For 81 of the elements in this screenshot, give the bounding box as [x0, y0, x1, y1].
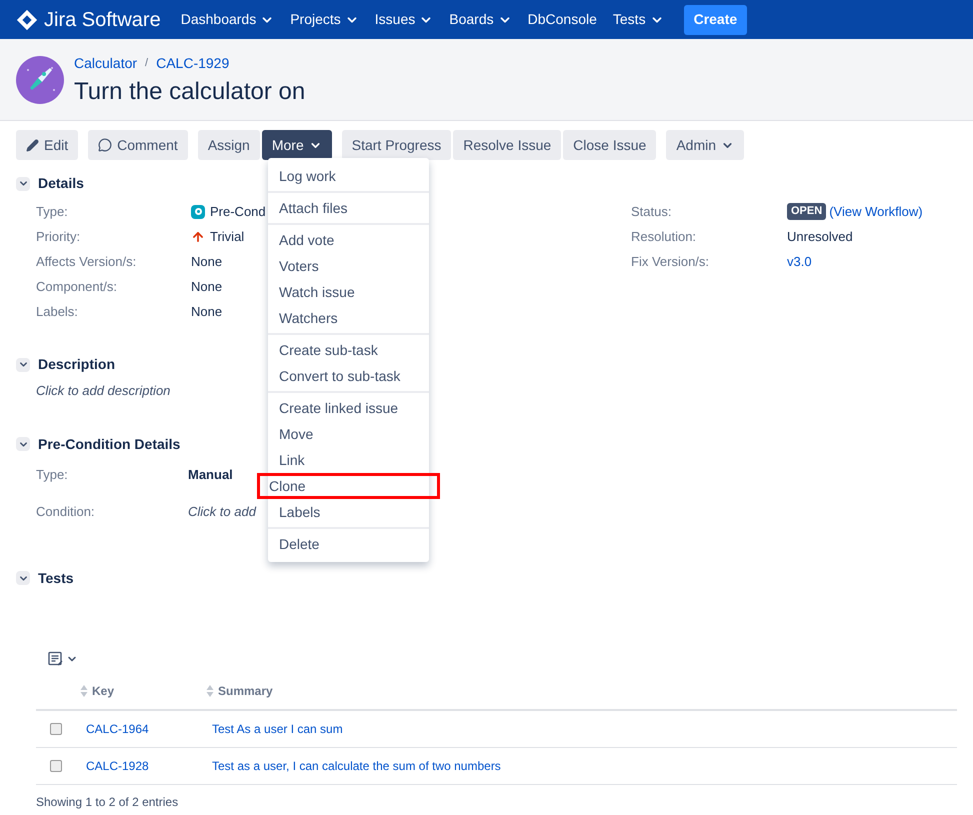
- menu-item[interactable]: Clone: [257, 473, 440, 499]
- version-link[interactable]: v3.0: [787, 252, 812, 272]
- nav-menu[interactable]: Projects: [290, 9, 359, 30]
- toggle-icon[interactable]: [16, 176, 30, 190]
- precondition-icon: [191, 204, 205, 218]
- nav-menu[interactable]: Boards: [449, 9, 512, 30]
- field-value: Trivial: [210, 228, 244, 246]
- issue-key-link[interactable]: CALC-1928: [86, 756, 212, 774]
- table-footer: Showing 1 to 2 of 2 entries: [36, 792, 957, 810]
- section-heading: Tests: [38, 568, 74, 588]
- menu-item[interactable]: Attach files: [268, 195, 429, 221]
- view-workflow-link[interactable]: (View Workflow): [829, 202, 923, 222]
- menu-item[interactable]: Link: [268, 447, 429, 473]
- field-label: Type:: [36, 466, 69, 484]
- toolbar-button[interactable]: Comment: [88, 130, 188, 160]
- menu-item[interactable]: Move: [268, 421, 429, 447]
- pencil-icon: [26, 138, 39, 152]
- breadcrumb-link[interactable]: CALC-1929: [156, 53, 230, 74]
- field-label: Type:: [36, 202, 69, 221]
- summary-link[interactable]: Test As a user I can sum: [212, 720, 343, 738]
- section-heading: Details: [38, 174, 84, 193]
- field-label: Affects Version/s:: [36, 252, 138, 271]
- logo-icon: [16, 8, 38, 30]
- nav-menu[interactable]: Issues: [374, 9, 434, 30]
- condition-placeholder[interactable]: Click to add: [188, 502, 256, 522]
- issue-title: Turn the calculator on: [74, 78, 306, 106]
- menu-item[interactable]: Convert to sub-task: [268, 363, 429, 389]
- row-checkbox[interactable]: [50, 722, 62, 734]
- toggle-icon[interactable]: [16, 571, 30, 585]
- summary-link[interactable]: Test as a user, I can calculate the sum of two numbers: [212, 756, 501, 774]
- field-value: None: [191, 302, 222, 321]
- toolbar-button[interactable]: Resolve Issue: [453, 130, 562, 160]
- field-value: Pre-Cond: [210, 202, 266, 221]
- menu-item[interactable]: Add vote: [268, 227, 429, 253]
- field-value: Unresolved: [787, 228, 853, 246]
- field-value: Manual: [188, 466, 233, 484]
- nav-menu[interactable]: Dashboards: [180, 9, 274, 30]
- breadcrumb-separator: /: [145, 56, 148, 72]
- issue-key-link[interactable]: CALC-1964: [86, 720, 212, 738]
- toolbar-button[interactable]: Close Issue: [563, 130, 656, 160]
- column-header[interactable]: Summary: [206, 682, 273, 700]
- nav-menu[interactable]: DbConsole: [528, 9, 597, 30]
- menu-item[interactable]: Watchers: [268, 305, 429, 331]
- menu-item[interactable]: Log work: [268, 163, 429, 189]
- list-edit-icon: [48, 650, 64, 666]
- field-label: Resolution:: [631, 228, 698, 246]
- menu-item[interactable]: Labels: [268, 499, 429, 525]
- row-checkbox[interactable]: [50, 760, 62, 772]
- sort-icon: [80, 684, 88, 698]
- toolbar-button[interactable]: Admin: [666, 130, 744, 160]
- create-button[interactable]: Create: [684, 4, 748, 34]
- section-heading: Description: [38, 355, 116, 374]
- field-value: None: [191, 278, 222, 296]
- project-avatar: [16, 56, 64, 104]
- sort-icon: [206, 684, 214, 698]
- field-value: None: [191, 252, 222, 271]
- column-header[interactable]: Key: [80, 682, 206, 700]
- field-label: Component/s:: [36, 278, 118, 296]
- section-heading: Pre-Condition Details: [38, 434, 180, 454]
- status-lozenge: OPEN: [787, 203, 826, 220]
- field-label: Labels:: [36, 302, 79, 321]
- product-name[interactable]: Jira Software: [44, 4, 161, 34]
- toolbar-button[interactable]: Assign: [198, 130, 260, 160]
- menu-item[interactable]: Delete: [268, 531, 429, 557]
- toolbar-button[interactable]: Start Progress: [342, 130, 452, 160]
- description-placeholder[interactable]: Click to add description: [36, 381, 170, 400]
- breadcrumb-link[interactable]: Calculator: [74, 53, 138, 74]
- field-label: Fix Version/s:: [631, 252, 710, 271]
- field-label: Priority:: [36, 228, 82, 246]
- menu-item[interactable]: Create linked issue: [268, 395, 429, 421]
- menu-item[interactable]: Voters: [268, 253, 429, 279]
- toggle-icon[interactable]: [16, 358, 30, 372]
- toolbar-button[interactable]: Edit: [16, 130, 78, 160]
- speech-bubble-icon: [98, 138, 112, 152]
- menu-item[interactable]: Create sub-task: [268, 337, 429, 363]
- field-label: Status:: [631, 202, 672, 221]
- field-label: Condition:: [36, 503, 96, 521]
- toolbar-button[interactable]: More: [262, 130, 332, 160]
- nav-menu[interactable]: Tests: [612, 9, 664, 30]
- menu-item[interactable]: Watch issue: [268, 279, 429, 305]
- toggle-icon[interactable]: [16, 437, 30, 451]
